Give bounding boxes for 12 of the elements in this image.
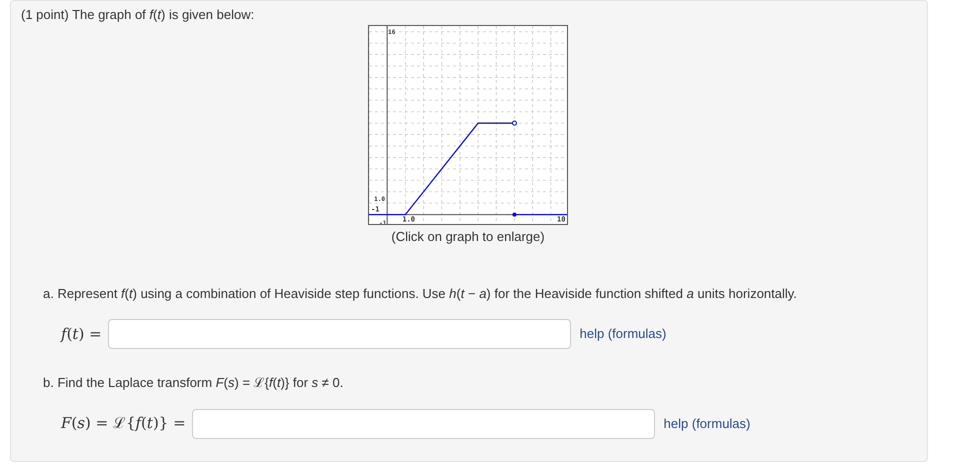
closed-endpoint <box>512 212 516 217</box>
open-endpoint <box>512 120 517 126</box>
answer-field[interactable] <box>192 408 655 438</box>
answer-label: F(s) = ℒ{f(t)} = <box>61 413 186 434</box>
question-prompt: a. Represent f(t) using a combination of Heaviside step functions. Use h(t − a) for the Heaviside function shifted a units horizontally. <box>42 284 798 303</box>
help-link[interactable]: help (formulas) <box>580 324 666 344</box>
graph-caption: (Click on graph to enlarge) <box>391 228 545 246</box>
help-link[interactable]: help (formulas) <box>664 414 750 434</box>
problem-intro: (1 point) The graph of f(t) is given below: <box>21 6 256 23</box>
answer-field[interactable] <box>108 319 571 349</box>
question-prompt: b. Find the Laplace transform F(s) = ℒ{f(t)} for s ≠ 0. <box>42 374 344 392</box>
answer-label: f(t) = <box>61 324 102 345</box>
